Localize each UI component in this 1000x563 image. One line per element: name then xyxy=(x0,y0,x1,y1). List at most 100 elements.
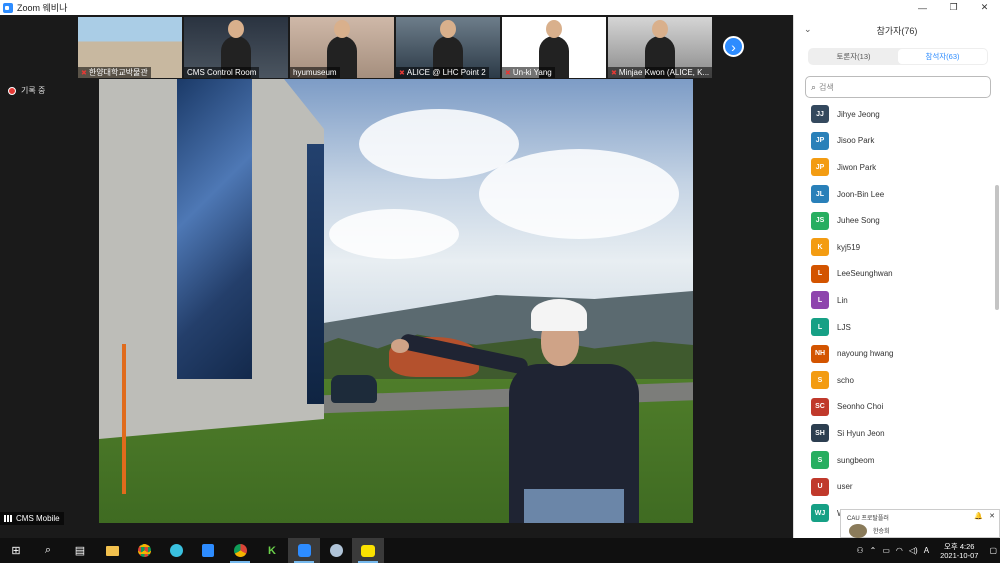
tile-name: 한양대학교박물관 xyxy=(88,68,148,77)
zoom-logo-icon xyxy=(3,2,13,13)
kakaotalk-icon[interactable] xyxy=(352,538,384,563)
participant-row[interactable]: NH nayoung hwang xyxy=(794,340,994,367)
participant-tabs: 토론자(13) 참석자(63) xyxy=(808,48,988,65)
collapse-panel-button[interactable]: ⌄ xyxy=(804,24,812,35)
participant-name: user xyxy=(837,482,853,492)
notification-app: CAU 프로탈플러 xyxy=(847,516,889,522)
speaker-name: CMS Mobile xyxy=(16,514,60,523)
person-icon[interactable]: ⚇ xyxy=(856,546,863,555)
avatar: SH xyxy=(811,424,829,443)
participant-row[interactable]: L LJS xyxy=(794,314,994,341)
mic-muted-icon: ✖ xyxy=(81,69,87,77)
window-controls: — ❐ ✕ xyxy=(907,0,1000,15)
video-tile[interactable]: ✖ 한양대학교박물관 xyxy=(78,17,182,78)
notification-popup[interactable]: CAU 프로탈플러 🔔 ✕ 한승희 xyxy=(840,509,1000,538)
participant-row[interactable]: SC Seonho Choi xyxy=(794,394,994,421)
participant-row[interactable]: Kkyj519 xyxy=(794,234,994,261)
windows-icon[interactable]: ⊞ xyxy=(0,538,32,563)
chrome-alt-icon[interactable] xyxy=(224,538,256,563)
active-speaker-video[interactable] xyxy=(99,79,693,523)
avatar xyxy=(849,524,867,538)
video-tile[interactable]: ✖ ALICE @ LHC Point 2 xyxy=(396,17,500,78)
chevron-up-icon[interactable]: ⌃ xyxy=(870,546,877,555)
app-green-icon[interactable]: K xyxy=(256,538,288,563)
participant-row[interactable]: JP Jiwon Park xyxy=(794,154,994,181)
window-title: Zoom 웨비나 xyxy=(17,3,68,13)
taskbar: ⊞ ⌕ ▤ K ⚇ ⌃ ▭ ◠ ◁) A 오후 4:26 2021-10-07 … xyxy=(0,538,1000,563)
recording-icon xyxy=(8,86,16,95)
volume-icon[interactable]: ◁) xyxy=(909,546,918,555)
app-ball-icon[interactable] xyxy=(320,538,352,563)
video-tile[interactable]: ✖ Minjae Kwon (ALICE, K... xyxy=(608,17,712,78)
participant-row[interactable]: L LeeSeunghwan xyxy=(794,261,994,288)
panel-scrollbar[interactable] xyxy=(995,185,999,310)
signal-bars-icon xyxy=(4,515,13,522)
avatar: S xyxy=(811,371,829,390)
tile-name: hyumuseum xyxy=(293,68,337,77)
mic-muted-icon: ✖ xyxy=(399,69,405,77)
bell-icon[interactable]: 🔔 xyxy=(974,512,983,520)
tab-panelists[interactable]: 토론자(13) xyxy=(809,49,898,64)
tile-name: Un-ki Yang xyxy=(512,68,552,77)
avatar: L xyxy=(811,291,829,310)
zoom-icon[interactable] xyxy=(288,538,320,563)
participant-name: scho xyxy=(837,375,854,385)
participant-name: Jihye Jeong xyxy=(837,109,880,119)
app-blue-icon[interactable] xyxy=(192,538,224,563)
participant-row[interactable]: Ssungbeom xyxy=(794,447,994,474)
avatar: S xyxy=(811,451,829,470)
ime-indicator[interactable]: A xyxy=(924,546,929,555)
participant-name: Seonho Choi xyxy=(837,402,884,412)
avatar: JL xyxy=(811,185,829,204)
participant-row[interactable]: JJ Jihye Jeong xyxy=(794,101,994,128)
next-page-button[interactable]: › xyxy=(723,36,744,57)
participants-panel: ⌄ 참가자(76) 토론자(13) 참석자(63) ⌕ 검색 JJ Jihye J… xyxy=(793,15,1000,538)
notification-center-icon[interactable]: ▢ xyxy=(989,546,997,555)
app-bird-icon[interactable] xyxy=(160,538,192,563)
participant-row[interactable]: SH Si Hyun Jeon xyxy=(794,420,994,447)
chrome-icon[interactable] xyxy=(128,538,160,563)
participant-name: LeeSeunghwan xyxy=(837,269,893,279)
video-tile[interactable]: CMS Control Room xyxy=(184,17,288,78)
task-view-icon[interactable]: ▤ xyxy=(64,538,96,563)
search-placeholder: 검색 xyxy=(819,82,834,92)
participant-name: nayoung hwang xyxy=(837,349,894,359)
close-button[interactable]: ✕ xyxy=(969,0,1000,15)
minimize-button[interactable]: — xyxy=(907,0,938,15)
participant-row[interactable]: Uuser xyxy=(794,473,994,500)
network-icon[interactable]: ▭ xyxy=(882,546,890,555)
participant-row[interactable]: JL Joon-Bin Lee xyxy=(794,181,994,208)
participant-row[interactable]: L Lin xyxy=(794,287,994,314)
close-icon[interactable]: ✕ xyxy=(989,512,995,520)
clock[interactable]: 오후 4:26 2021-10-07 xyxy=(940,542,978,560)
title-bar: Zoom 웨비나 — ❐ ✕ xyxy=(0,0,1000,15)
tab-attendees[interactable]: 참석자(63) xyxy=(898,49,987,64)
avatar: L xyxy=(811,264,829,283)
video-tile[interactable]: ✖ Un-ki Yang xyxy=(502,17,606,78)
video-tile[interactable]: hyumuseum xyxy=(290,17,394,78)
tile-name: ALICE @ LHC Point 2 xyxy=(406,68,486,77)
avatar: U xyxy=(811,477,829,496)
participant-row[interactable]: JS Juhee Song xyxy=(794,207,994,234)
avatar: JP xyxy=(811,131,829,150)
file-explorer-icon[interactable] xyxy=(96,538,128,563)
participant-list: JJ Jihye Jeong JP Jisoo Park JP Jiwon Park JL J… xyxy=(794,101,994,538)
wifi-icon[interactable]: ◠ xyxy=(896,546,903,555)
maximize-button[interactable]: ❐ xyxy=(938,0,969,15)
recording-indicator: 기록 중 xyxy=(8,85,45,96)
system-tray: ⚇ ⌃ ▭ ◠ ◁) A 오후 4:26 2021-10-07 ▢ xyxy=(853,538,1000,563)
panel-title: 참가자(76) xyxy=(876,25,918,36)
search-icon[interactable]: ⌕ xyxy=(32,538,64,563)
search-input[interactable]: ⌕ 검색 xyxy=(805,76,991,98)
video-name-label: CMS Mobile xyxy=(0,512,64,525)
participant-row[interactable]: JP Jisoo Park xyxy=(794,128,994,155)
avatar: JJ xyxy=(811,105,829,124)
avatar: SC xyxy=(811,397,829,416)
clock-date: 2021-10-07 xyxy=(940,550,979,560)
tile-name: CMS Control Room xyxy=(187,68,257,77)
participant-name: Si Hyun Jeon xyxy=(837,428,885,438)
participant-row[interactable]: Sscho xyxy=(794,367,994,394)
clock-time: 오후 4:26 xyxy=(944,541,975,551)
notification-sender: 한승희 xyxy=(873,529,890,535)
participant-name: Jiwon Park xyxy=(837,162,877,172)
